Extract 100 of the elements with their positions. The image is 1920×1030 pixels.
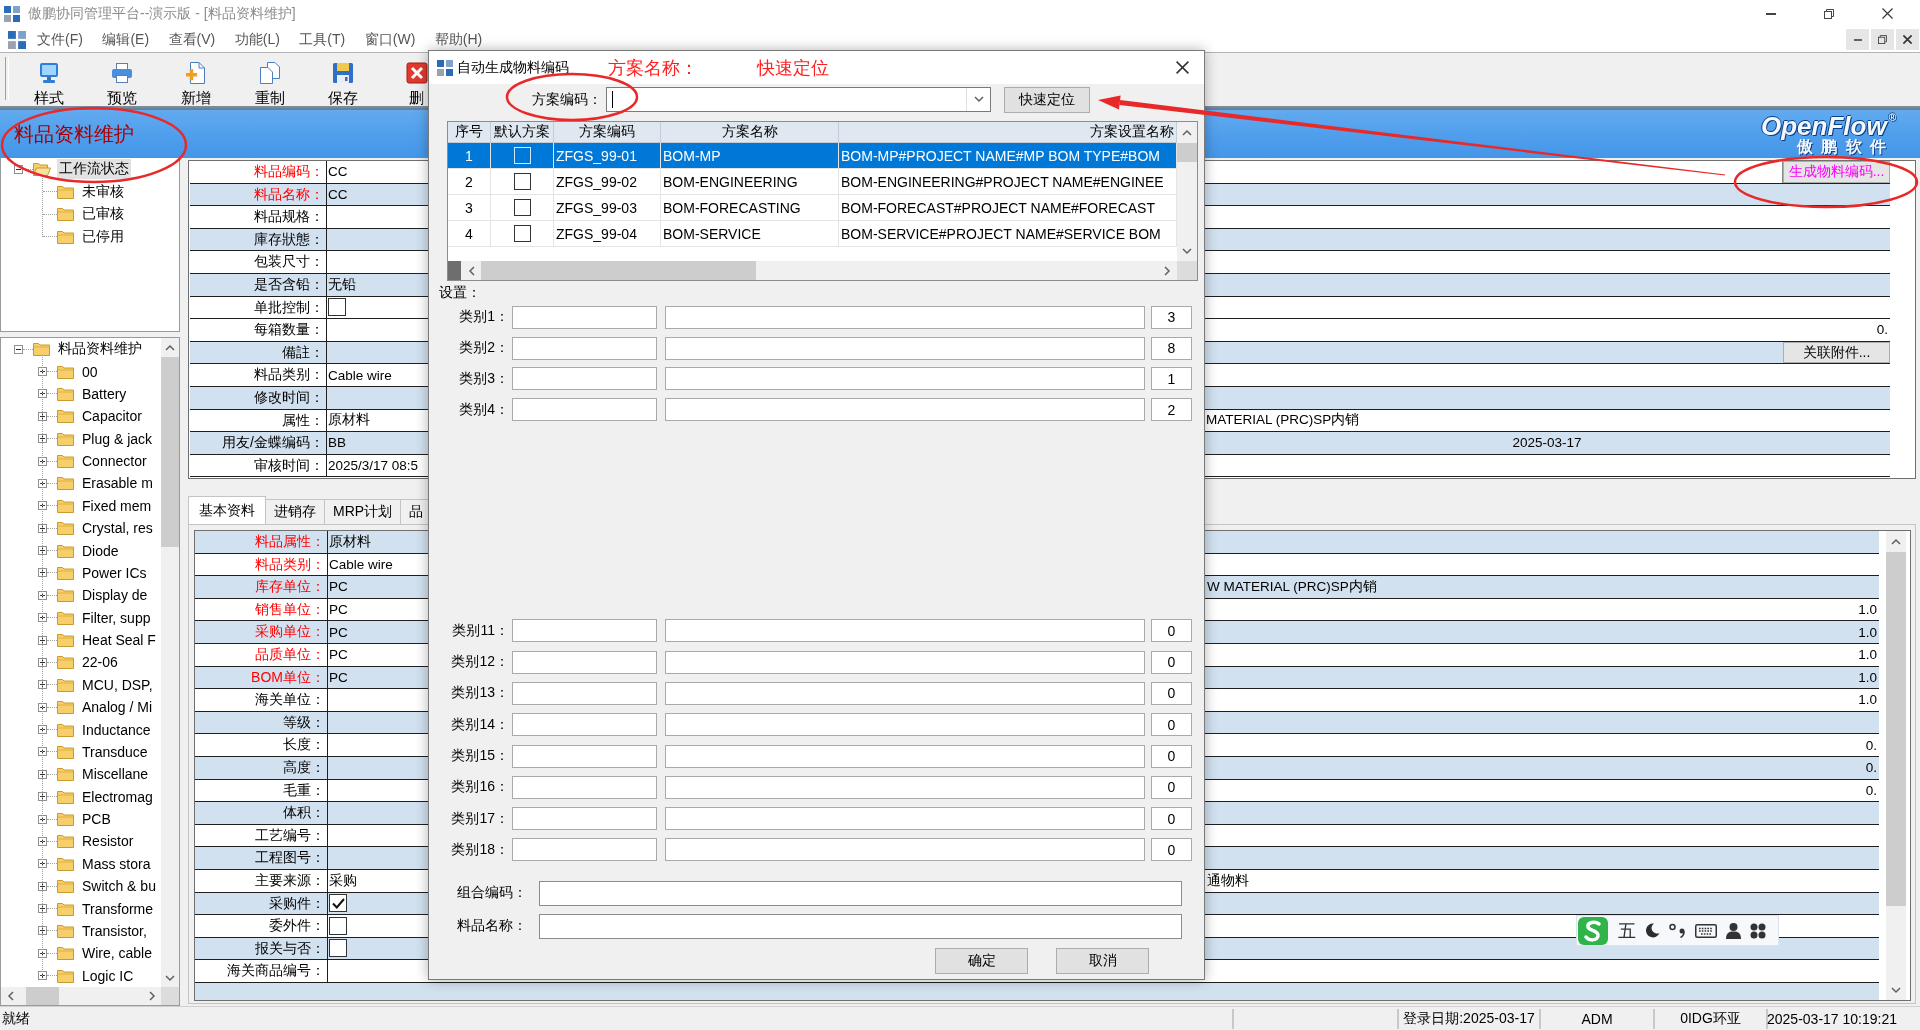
menu-item[interactable]: 帮助(H)	[434, 30, 483, 49]
expand-icon[interactable]	[38, 792, 47, 802]
expand-icon[interactable]	[38, 859, 47, 869]
tree-item[interactable]: Diode	[80, 541, 121, 560]
expand-icon[interactable]	[38, 836, 47, 846]
tree-item[interactable]: Wire, cable	[80, 944, 155, 963]
menu-item[interactable]: 工具(T)	[299, 30, 346, 49]
vertical-scrollbar[interactable]	[161, 338, 179, 987]
tree-item[interactable]: Transforme	[80, 899, 156, 918]
expand-icon[interactable]	[38, 769, 47, 779]
input-field[interactable]	[512, 398, 657, 422]
tree-item[interactable]: Fixed mem	[80, 496, 154, 515]
horizontal-scrollbar[interactable]	[1, 987, 179, 1005]
scrollbar-thumb[interactable]	[1886, 552, 1906, 906]
vertical-scrollbar[interactable]	[1177, 122, 1197, 261]
input-field[interactable]	[665, 336, 1145, 360]
input-field[interactable]	[665, 367, 1145, 391]
table-row[interactable]: 2 ZFGS_99-02 BOM-ENGINEERING BOM-ENGINEERING#PROJECT NAME#ENGINEE	[448, 169, 1177, 195]
expand-icon[interactable]	[38, 814, 47, 824]
expand-icon[interactable]	[38, 926, 47, 936]
collapse-icon[interactable]	[14, 344, 23, 354]
toolbar-button[interactable]: 预览	[107, 53, 138, 106]
expand-icon[interactable]	[38, 434, 47, 444]
horizontal-scrollbar[interactable]	[448, 261, 1177, 280]
expand-icon[interactable]	[38, 881, 47, 891]
input-field[interactable]	[665, 775, 1145, 799]
table-row[interactable]: 3 ZFGS_99-03 BOM-FORECASTING BOM-FORECAST#PROJECT NAME#FORECAST	[448, 195, 1177, 221]
collapse-icon[interactable]	[14, 164, 23, 174]
table-row[interactable]: 1 ZFGS_99-01 BOM-MP BOM-MP#PROJECT NAME#MP BOM TYPE#BOM	[448, 143, 1177, 169]
expand-icon[interactable]	[38, 456, 47, 466]
input-field[interactable]	[665, 713, 1145, 737]
checkbox[interactable]	[513, 173, 531, 190]
tree-item[interactable]: Resistor	[80, 832, 136, 851]
menu-item[interactable]: 窗口(W)	[364, 30, 416, 49]
menu-item[interactable]: 查看(V)	[168, 30, 216, 49]
input-field[interactable]	[539, 880, 1182, 906]
expand-icon[interactable]	[38, 971, 47, 981]
tree-item[interactable]: Filter, supp	[80, 608, 153, 627]
input-field[interactable]	[512, 807, 657, 831]
locate-button[interactable]: 快速定位	[1004, 86, 1090, 113]
tree-item[interactable]: Crystal, res	[80, 519, 155, 538]
checkbox[interactable]	[329, 916, 347, 935]
tree-item[interactable]: Plug & jack	[80, 429, 155, 448]
tree-item[interactable]: 料品资料维护	[56, 339, 144, 360]
expand-icon[interactable]	[38, 948, 47, 958]
close-button[interactable]	[1896, 29, 1919, 50]
tree-item[interactable]: Electromag	[80, 787, 155, 806]
tree-item[interactable]: Logic IC	[80, 966, 136, 985]
toolbar-button[interactable]: 样式	[33, 53, 64, 106]
tree-item[interactable]: Heat Seal F	[80, 631, 158, 650]
checkbox[interactable]	[328, 298, 346, 317]
menu-item[interactable]: 编辑(E)	[102, 30, 150, 49]
expand-icon[interactable]	[38, 590, 47, 600]
input-field[interactable]	[665, 619, 1145, 643]
input-field[interactable]	[512, 838, 657, 862]
input-field[interactable]	[665, 681, 1145, 705]
toolbar-button[interactable]: 新增	[181, 53, 211, 106]
menu-item[interactable]: 文件(F)	[37, 30, 83, 49]
number-field[interactable]: 0	[1151, 713, 1192, 737]
input-field[interactable]	[512, 713, 657, 737]
expand-icon[interactable]	[38, 635, 47, 645]
tree-item[interactable]: 已审核	[80, 204, 126, 225]
tree-item[interactable]: Miscellane	[80, 765, 151, 784]
number-field[interactable]: 0	[1151, 775, 1192, 799]
input-field[interactable]	[512, 305, 657, 329]
tree-item[interactable]: Erasable m	[80, 474, 155, 493]
scrollbar-thumb[interactable]	[26, 987, 59, 1005]
input-field[interactable]	[665, 807, 1145, 831]
checkbox[interactable]	[329, 939, 347, 958]
input-field[interactable]	[512, 367, 657, 391]
tree-item[interactable]: Switch & bu	[80, 877, 158, 896]
tree-item[interactable]: PCB	[80, 810, 113, 829]
tree-item[interactable]: Power ICs	[80, 563, 149, 582]
expand-icon[interactable]	[38, 411, 47, 421]
input-field[interactable]	[512, 619, 657, 643]
number-field[interactable]: 3	[1151, 305, 1192, 329]
checkbox[interactable]	[329, 894, 347, 913]
tree-item[interactable]: Battery	[80, 384, 129, 403]
ok-button[interactable]: 确定	[935, 947, 1028, 974]
input-field[interactable]	[512, 650, 657, 674]
expand-icon[interactable]	[38, 657, 47, 667]
expand-icon[interactable]	[38, 680, 47, 690]
expand-icon[interactable]	[38, 523, 47, 533]
scrollbar-thumb[interactable]	[481, 261, 756, 280]
table-row[interactable]: 4 ZFGS_99-04 BOM-SERVICE BOM-SERVICE#PROJECT NAME#SERVICE BOM	[448, 221, 1177, 247]
input-field[interactable]	[665, 744, 1145, 768]
expand-icon[interactable]	[38, 613, 47, 623]
checkbox[interactable]	[513, 199, 531, 216]
expand-icon[interactable]	[38, 546, 47, 556]
input-field[interactable]	[512, 744, 657, 768]
tree-item[interactable]: Mass stora	[80, 854, 153, 873]
expand-icon[interactable]	[38, 904, 47, 914]
number-field[interactable]: 0	[1151, 650, 1192, 674]
number-field[interactable]: 0	[1151, 681, 1192, 705]
input-field[interactable]	[539, 913, 1182, 939]
input-field[interactable]	[665, 838, 1145, 862]
tree-item[interactable]: Display de	[80, 586, 150, 605]
input-field[interactable]	[512, 775, 657, 799]
scrollbar-thumb[interactable]	[1177, 143, 1197, 162]
toolbar-button[interactable]: 删	[405, 53, 428, 106]
